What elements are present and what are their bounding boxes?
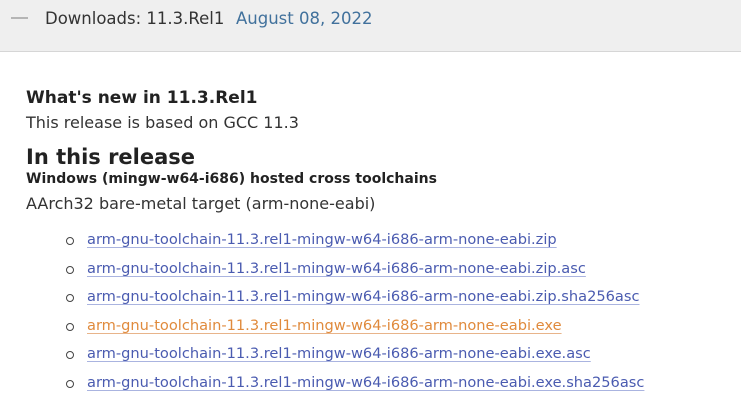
bullet-circle-icon xyxy=(66,237,74,245)
download-link-zip-sha256asc[interactable]: arm-gnu-toolchain-11.3.rel1-mingw-w64-i6… xyxy=(87,288,640,305)
downloads-accordion-header[interactable]: Downloads: 11.3.Rel1 August 08, 2022 xyxy=(0,0,741,52)
bullet-circle-icon xyxy=(66,322,74,331)
list-item: arm-gnu-toolchain-11.3.rel1-mingw-w64-i6… xyxy=(66,286,644,315)
list-item: arm-gnu-toolchain-11.3.rel1-mingw-w64-i6… xyxy=(66,343,644,372)
hosted-toolchains-heading: Windows (mingw-w64-i686) hosted cross to… xyxy=(26,171,437,187)
download-link-exe[interactable]: arm-gnu-toolchain-11.3.rel1-mingw-w64-i6… xyxy=(87,317,562,334)
release-date: August 08, 2022 xyxy=(236,9,373,28)
collapse-minus-icon[interactable] xyxy=(11,17,28,19)
download-file-list: arm-gnu-toolchain-11.3.rel1-mingw-w64-i6… xyxy=(66,229,644,401)
bullet-circle-icon xyxy=(66,379,74,388)
download-link-zip-asc[interactable]: arm-gnu-toolchain-11.3.rel1-mingw-w64-i6… xyxy=(87,260,586,277)
bullet-circle-icon xyxy=(66,351,74,360)
list-item: arm-gnu-toolchain-11.3.rel1-mingw-w64-i6… xyxy=(66,315,644,344)
download-link-zip[interactable]: arm-gnu-toolchain-11.3.rel1-mingw-w64-i6… xyxy=(87,231,557,248)
download-link-exe-asc[interactable]: arm-gnu-toolchain-11.3.rel1-mingw-w64-i6… xyxy=(87,345,591,362)
list-item: arm-gnu-toolchain-11.3.rel1-mingw-w64-i6… xyxy=(66,258,644,287)
list-item: arm-gnu-toolchain-11.3.rel1-mingw-w64-i6… xyxy=(66,229,644,258)
in-this-release-heading: In this release xyxy=(26,145,196,169)
bullet-circle-icon xyxy=(66,265,74,274)
list-item: arm-gnu-toolchain-11.3.rel1-mingw-w64-i6… xyxy=(66,372,644,401)
download-link-exe-sha256asc[interactable]: arm-gnu-toolchain-11.3.rel1-mingw-w64-i6… xyxy=(87,374,644,391)
bullet-circle-icon xyxy=(66,294,74,303)
whats-new-heading: What's new in 11.3.Rel1 xyxy=(26,88,258,108)
downloads-title: Downloads: 11.3.Rel1 xyxy=(45,9,225,28)
target-text: AArch32 bare-metal target (arm-none-eabi… xyxy=(26,194,376,213)
based-on-text: This release is based on GCC 11.3 xyxy=(26,113,299,132)
